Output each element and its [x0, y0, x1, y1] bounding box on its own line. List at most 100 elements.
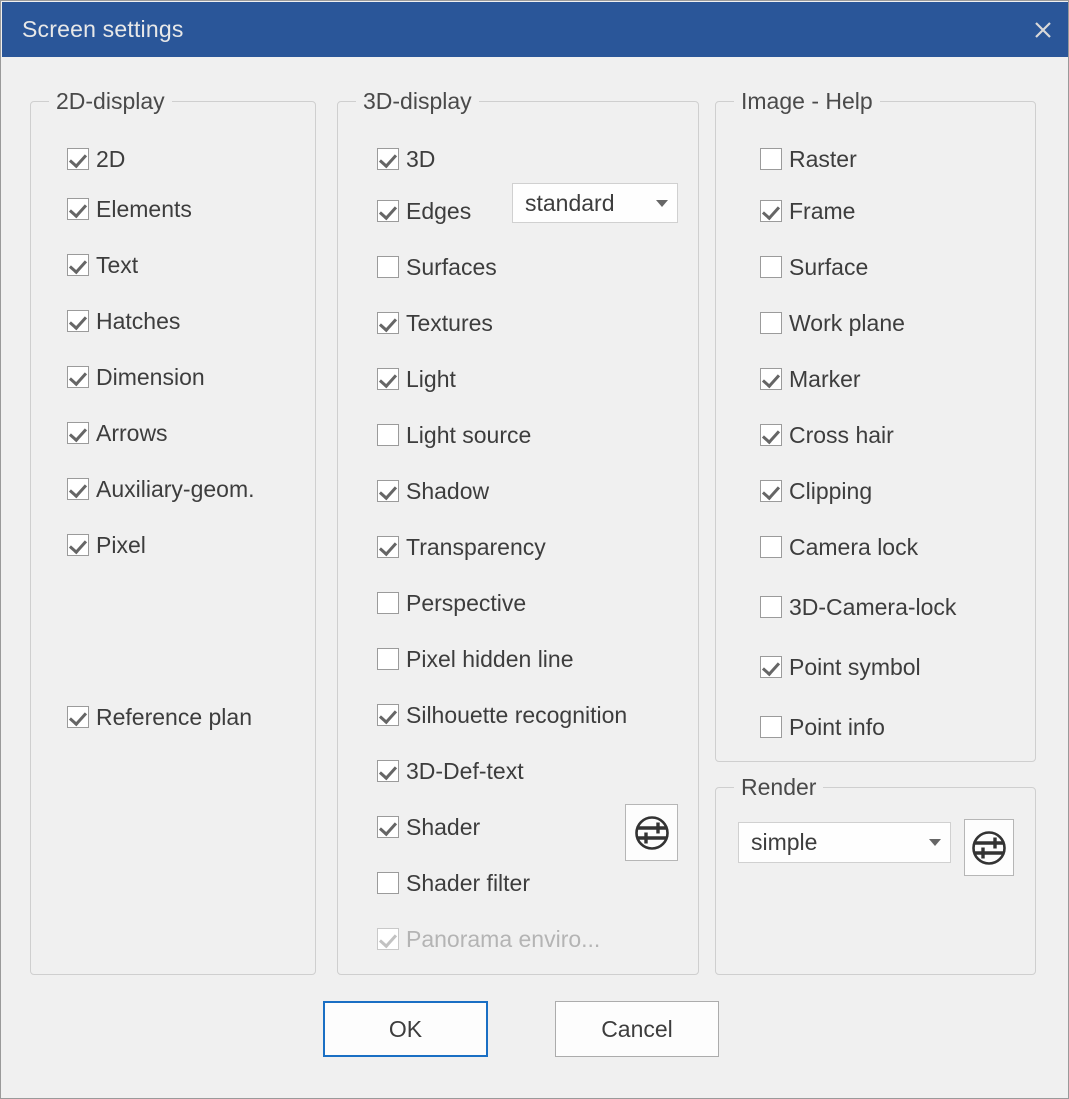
close-button[interactable] [1017, 2, 1069, 57]
checkbox-box[interactable] [760, 424, 782, 446]
checkbox-box[interactable] [760, 536, 782, 558]
checkbox-box[interactable] [377, 368, 399, 390]
checkbox-dimension[interactable]: Dimension [67, 364, 205, 390]
checkbox-box[interactable] [760, 480, 782, 502]
checkbox-box[interactable] [67, 534, 89, 556]
checkbox-hatches[interactable]: Hatches [67, 308, 180, 334]
sliders-settings-icon [632, 813, 672, 853]
checkbox-box[interactable] [67, 478, 89, 500]
checkbox-label: Clipping [789, 478, 872, 504]
checkbox-label: 3D-Camera-lock [789, 594, 956, 620]
checkbox-shader-filter[interactable]: Shader filter [377, 870, 530, 896]
group-render-title: Render [734, 773, 823, 801]
checkbox-box[interactable] [760, 596, 782, 618]
checkbox-cross-hair[interactable]: Cross hair [760, 422, 894, 448]
checkbox-label: Reference plan [96, 704, 252, 730]
render-settings-button[interactable] [964, 819, 1014, 876]
checkbox-label: Hatches [96, 308, 180, 334]
checkbox-box[interactable] [67, 366, 89, 388]
ok-button[interactable]: OK [323, 1001, 488, 1057]
group-render: Render [715, 787, 1036, 975]
checkbox-box[interactable] [67, 148, 89, 170]
checkbox-textures[interactable]: Textures [377, 310, 493, 336]
checkbox-label: Pixel [96, 532, 146, 558]
cancel-button[interactable]: Cancel [555, 1001, 719, 1057]
checkbox-label: Silhouette recognition [406, 702, 627, 728]
checkbox-box[interactable] [377, 536, 399, 558]
checkbox-box[interactable] [377, 256, 399, 278]
checkbox-camera-lock[interactable]: Camera lock [760, 534, 918, 560]
checkbox-label: Transparency [406, 534, 546, 560]
checkbox-shadow[interactable]: Shadow [377, 478, 489, 504]
checkbox-label: Dimension [96, 364, 205, 390]
checkbox-text[interactable]: Text [67, 252, 138, 278]
checkbox-box[interactable] [760, 716, 782, 738]
checkbox-box[interactable] [377, 760, 399, 782]
checkbox-box[interactable] [760, 200, 782, 222]
checkbox-box[interactable] [377, 312, 399, 334]
render-mode-combo[interactable]: simple [738, 822, 951, 863]
checkbox-edges[interactable]: Edges [377, 198, 471, 224]
checkbox-box[interactable] [760, 148, 782, 170]
checkbox-light[interactable]: Light [377, 366, 456, 392]
checkbox-box[interactable] [67, 254, 89, 276]
checkbox-surfaces[interactable]: Surfaces [377, 254, 497, 280]
checkbox-point-info[interactable]: Point info [760, 714, 885, 740]
checkbox-box[interactable] [760, 368, 782, 390]
checkbox-2d[interactable]: 2D [67, 146, 125, 172]
checkbox-pixel-hidden-line[interactable]: Pixel hidden line [377, 646, 574, 672]
checkbox-box[interactable] [67, 310, 89, 332]
checkbox-marker[interactable]: Marker [760, 366, 861, 392]
checkbox-box[interactable] [377, 480, 399, 502]
checkbox-light-source[interactable]: Light source [377, 422, 531, 448]
checkbox-box [377, 928, 399, 950]
checkbox-box[interactable] [760, 656, 782, 678]
checkbox-label: Point info [789, 714, 885, 740]
checkbox-box[interactable] [377, 816, 399, 838]
checkbox-label: 2D [96, 146, 125, 172]
checkbox-3d-camera-lock[interactable]: 3D-Camera-lock [760, 594, 956, 620]
group-image-help-title: Image - Help [734, 87, 880, 115]
checkbox-label: Marker [789, 366, 861, 392]
checkbox-clipping[interactable]: Clipping [760, 478, 872, 504]
checkbox-shader[interactable]: Shader [377, 814, 480, 840]
group-3d-display-title: 3D-display [356, 87, 479, 115]
checkbox-box[interactable] [377, 148, 399, 170]
checkbox-box[interactable] [760, 256, 782, 278]
checkbox-box[interactable] [67, 198, 89, 220]
checkbox-silhouette-recognition[interactable]: Silhouette recognition [377, 702, 627, 728]
checkbox-box[interactable] [377, 704, 399, 726]
checkbox-box[interactable] [377, 200, 399, 222]
checkbox-pixel[interactable]: Pixel [67, 532, 146, 558]
checkbox-reference-plan[interactable]: Reference plan [67, 704, 252, 730]
checkbox-surface[interactable]: Surface [760, 254, 868, 280]
checkbox-perspective[interactable]: Perspective [377, 590, 526, 616]
shader-settings-button[interactable] [625, 804, 678, 861]
checkbox-work-plane[interactable]: Work plane [760, 310, 905, 336]
cancel-button-label: Cancel [601, 1016, 673, 1043]
screen-settings-dialog: Screen settings 2D-display 2D Elements T… [0, 0, 1069, 1099]
checkbox-raster[interactable]: Raster [760, 146, 857, 172]
checkbox-label: Text [96, 252, 138, 278]
checkbox-elements[interactable]: Elements [67, 196, 192, 222]
checkbox-box[interactable] [377, 592, 399, 614]
checkbox-box[interactable] [67, 706, 89, 728]
edges-style-combo[interactable]: standard [512, 183, 678, 223]
checkbox-auxiliary-geom[interactable]: Auxiliary-geom. [67, 476, 255, 502]
checkbox-transparency[interactable]: Transparency [377, 534, 546, 560]
checkbox-box[interactable] [377, 648, 399, 670]
checkbox-box[interactable] [760, 312, 782, 334]
checkbox-3d-def-text[interactable]: 3D-Def-text [377, 758, 524, 784]
checkbox-label: Frame [789, 198, 855, 224]
titlebar: Screen settings [2, 2, 1069, 57]
checkbox-frame[interactable]: Frame [760, 198, 855, 224]
checkbox-point-symbol[interactable]: Point symbol [760, 654, 921, 680]
checkbox-3d[interactable]: 3D [377, 146, 435, 172]
checkbox-box[interactable] [67, 422, 89, 444]
checkbox-arrows[interactable]: Arrows [67, 420, 168, 446]
checkbox-box[interactable] [377, 872, 399, 894]
checkbox-label: Cross hair [789, 422, 894, 448]
checkbox-label: Shader [406, 814, 480, 840]
checkbox-label: Panorama enviro... [406, 926, 600, 952]
checkbox-box[interactable] [377, 424, 399, 446]
